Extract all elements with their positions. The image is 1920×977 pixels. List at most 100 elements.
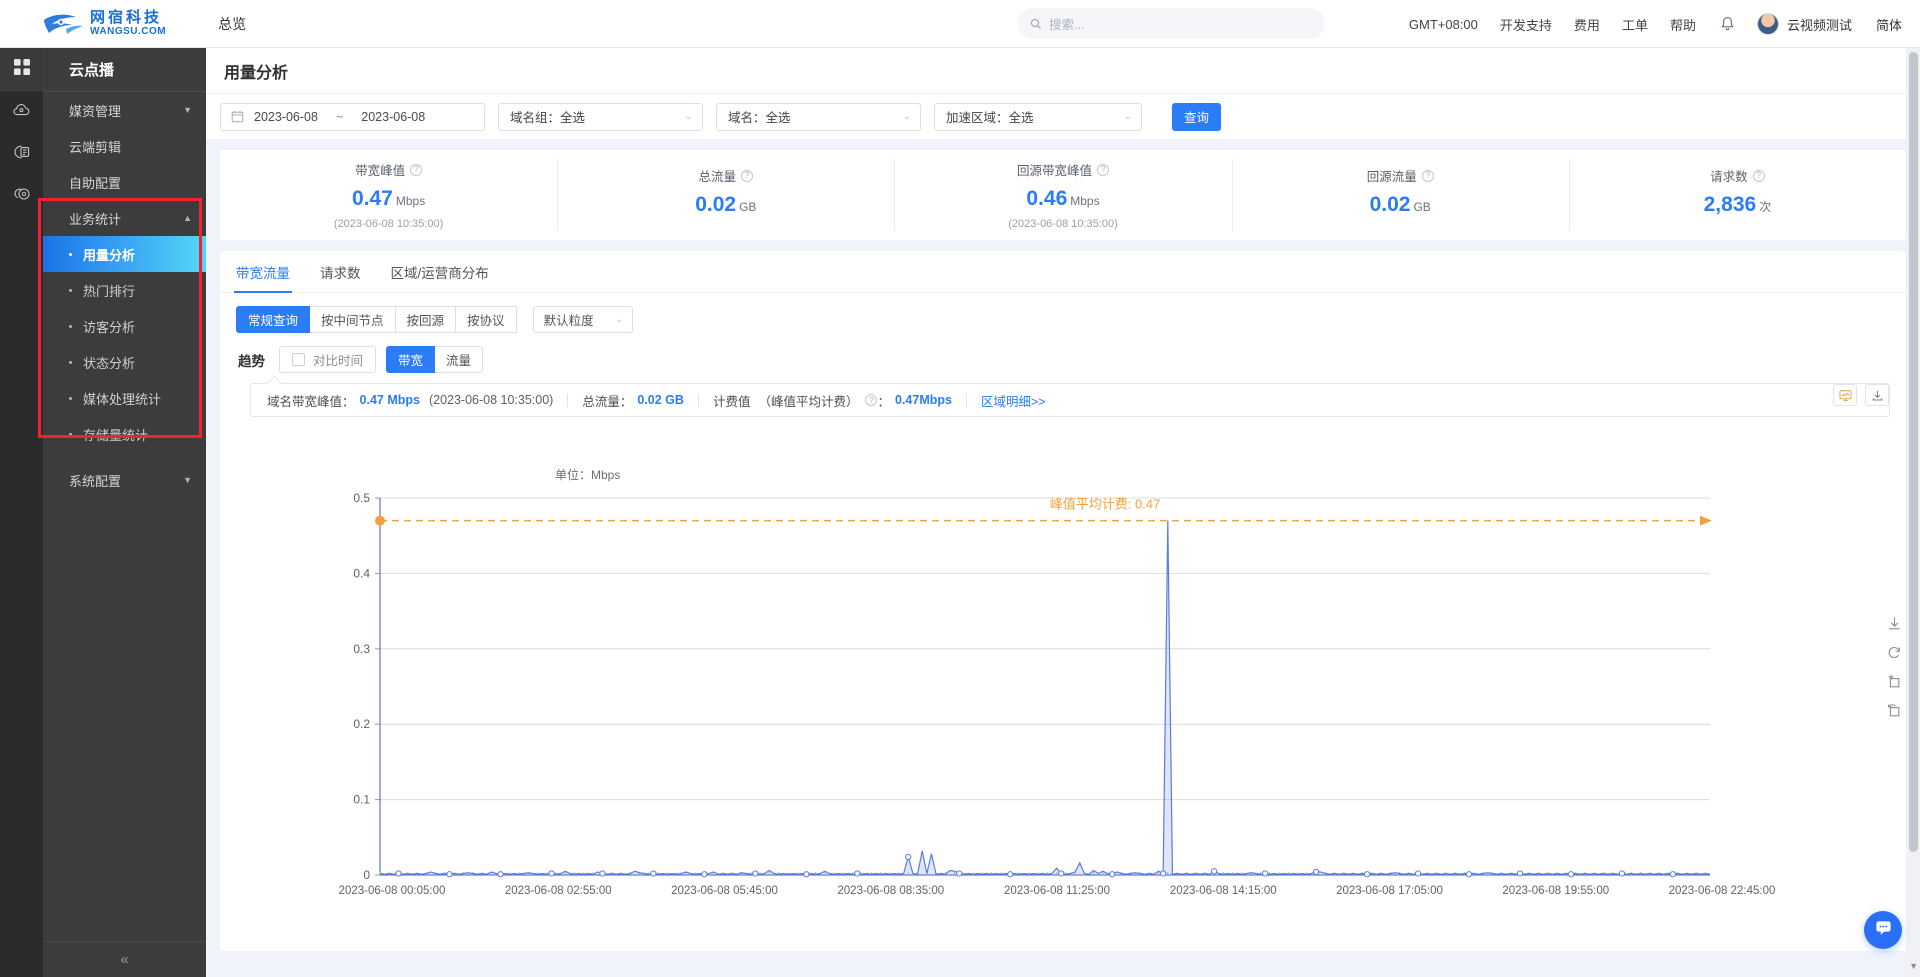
restore-icon[interactable] xyxy=(1887,703,1902,718)
info-billing-label: 计费值 xyxy=(712,394,751,409)
svg-text:0.2: 0.2 xyxy=(353,717,370,731)
date-end[interactable]: 2023-06-08 xyxy=(361,110,425,124)
help-icon[interactable]: ? xyxy=(410,163,423,176)
bandwidth-chart: 单位：Mbps 0 0.1 0.2 0.3 0.4 0.5 2023-06-08 00:05… xyxy=(220,466,1906,946)
info-total-label: 总流量： xyxy=(582,394,633,409)
rail-item-media[interactable] xyxy=(0,133,43,175)
sidebar-item-media-assets[interactable]: 媒资管理 ▼ xyxy=(43,92,206,128)
region-value: 加速区域：全选 xyxy=(946,111,1034,125)
download-icon[interactable] xyxy=(1887,616,1902,631)
stat-origin-peak-bandwidth: 回源带宽峰值 ? 0.46 Mbps (2023-06-08 10:35:00) xyxy=(894,159,1231,231)
scroll-down-arrow-icon[interactable]: ▼ xyxy=(1909,961,1918,971)
svg-text:0.5: 0.5 xyxy=(353,491,370,505)
icon-rail xyxy=(0,48,43,977)
link-dev-support[interactable]: 开发支持 xyxy=(1500,15,1552,34)
domain-group-select[interactable]: 域名组：全选 ⌄ xyxy=(498,102,703,131)
avatar[interactable] xyxy=(1756,13,1779,35)
refresh-icon[interactable] xyxy=(1887,645,1902,660)
language-switch[interactable]: 简体 xyxy=(1876,15,1902,34)
divider xyxy=(965,393,967,407)
sidebar-group-label: 系统配置 xyxy=(69,473,122,489)
stat-request-count: 请求数 ? 2,836 次 xyxy=(1568,159,1906,231)
username-label[interactable]: 云视频测试 xyxy=(1787,15,1852,34)
chart-summary-bar: 域名带宽峰值： 0.47 Mbps (2023-06-08 10:35:00) … xyxy=(250,375,1890,417)
search-input[interactable]: 搜索... xyxy=(1018,8,1325,39)
chart-canvas[interactable]: 0 0.1 0.2 0.3 0.4 0.5 2023-06-08 00:05:00 2023-… xyxy=(220,480,1910,930)
sidebar-item-self-config[interactable]: 自助配置 xyxy=(43,164,206,200)
link-help[interactable]: 帮助 xyxy=(1670,15,1696,34)
segment-normal-query[interactable]: 常规查询 xyxy=(236,306,311,333)
sidebar-group-label: 自助配置 xyxy=(69,175,122,191)
date-start[interactable]: 2023-06-08 xyxy=(254,110,318,124)
sidebar-item-media-processing-stats[interactable]: 媒体处理统计 xyxy=(43,380,206,416)
stat-label: 总流量 ? xyxy=(699,166,754,185)
stat-number: 0.47 xyxy=(351,187,393,210)
brand-logo[interactable]: 网宿科技 WANGSU.COM xyxy=(42,10,166,37)
zoom-icon[interactable] xyxy=(1887,674,1902,689)
stat-number: 0.02 xyxy=(1369,193,1411,216)
checkbox-icon[interactable] xyxy=(292,353,305,366)
tab-bandwidth-traffic[interactable]: 带宽流量 xyxy=(234,251,292,293)
granularity-select[interactable]: 默认粒度 ⌄ xyxy=(532,306,633,333)
bullet-icon xyxy=(69,324,72,328)
stat-origin-traffic: 回源流量 ? 0.02 GB xyxy=(1231,159,1569,231)
segment-by-mid-node[interactable]: 按中间节点 xyxy=(310,306,396,333)
stat-label-text: 请求数 xyxy=(1710,170,1748,184)
scrollbar-thumb[interactable] xyxy=(1909,52,1918,852)
callout-notch xyxy=(266,375,283,392)
help-icon[interactable]: ? xyxy=(1421,169,1434,182)
rail-item-live[interactable] xyxy=(0,175,43,217)
sidebar-item-usage-analysis[interactable]: 用量分析 xyxy=(43,236,206,272)
info-billing-colon: ： xyxy=(877,394,890,409)
region-detail-link[interactable]: 区域明细>> xyxy=(981,391,1046,410)
tab-request-count[interactable]: 请求数 xyxy=(320,251,361,293)
page-scrollbar[interactable]: ▼ xyxy=(1906,48,1920,977)
bullet-icon xyxy=(69,288,72,292)
domain-value: 域名：全选 xyxy=(728,111,791,125)
sidebar-group-label: 业务统计 xyxy=(69,211,122,227)
help-icon[interactable]: ? xyxy=(1752,169,1765,182)
svg-text:2023-06-08 11:25:00: 2023-06-08 11:25:00 xyxy=(1004,885,1110,897)
rail-item-apps[interactable] xyxy=(0,48,43,90)
sidebar-item-status-analysis[interactable]: 状态分析 xyxy=(43,344,206,380)
trend-row: 趋势 对比时间 带宽 流量 xyxy=(220,333,1906,373)
help-icon[interactable]: ? xyxy=(865,394,878,406)
svg-text:0.3: 0.3 xyxy=(353,642,370,656)
help-icon[interactable]: ? xyxy=(1097,163,1110,176)
sidebar-item-visitor-analysis[interactable]: 访客分析 xyxy=(43,308,206,344)
region-select[interactable]: 加速区域：全选 ⌄ xyxy=(934,102,1142,131)
sidebar-item-storage-stats[interactable]: 存储量统计 xyxy=(43,416,206,452)
notification-bell-icon[interactable] xyxy=(1720,16,1735,32)
chevron-down-icon: ⌄ xyxy=(684,111,693,122)
segment-by-protocol[interactable]: 按协议 xyxy=(456,306,517,333)
query-button[interactable]: 查询 xyxy=(1172,102,1221,131)
domain-group-value: 域名组：全选 xyxy=(510,111,586,125)
summary-stats-card: 带宽峰值 ? 0.47 Mbps (2023-06-08 10:35:00) 总流… xyxy=(220,150,1906,240)
sidebar-item-cloud-edit[interactable]: 云端剪辑 xyxy=(43,128,206,164)
metric-bandwidth[interactable]: 带宽 xyxy=(386,346,436,373)
compare-time-checkbox[interactable]: 对比时间 xyxy=(279,346,377,373)
sidebar-title: 云点播 xyxy=(43,48,206,92)
sidebar-item-hot-ranking[interactable]: 热门排行 xyxy=(43,272,206,308)
domain-select[interactable]: 域名：全选 ⌄ xyxy=(716,102,921,131)
svg-text:0: 0 xyxy=(363,868,370,882)
metric-traffic[interactable]: 流量 xyxy=(435,346,484,373)
link-billing[interactable]: 费用 xyxy=(1574,15,1600,34)
stat-unit: 次 xyxy=(1759,200,1772,214)
nav-overview[interactable]: 总览 xyxy=(218,14,246,34)
help-icon[interactable]: ? xyxy=(741,169,754,182)
chat-support-button[interactable] xyxy=(1864,911,1902,949)
sidebar-collapse-button[interactable]: « xyxy=(43,941,206,977)
date-range-picker[interactable]: 2023-06-08 ~ 2023-06-08 xyxy=(220,102,485,131)
link-tickets[interactable]: 工单 xyxy=(1622,15,1648,34)
tab-region-isp-distribution[interactable]: 区域/运营商分布 xyxy=(391,251,489,293)
sidebar-item-business-stats[interactable]: 业务统计 ▲ xyxy=(43,200,206,236)
chevron-down-icon: ⌄ xyxy=(902,111,911,122)
segment-by-origin[interactable]: 按回源 xyxy=(395,306,457,333)
sidebar-item-system-config[interactable]: 系统配置 ▼ xyxy=(43,462,206,498)
sidebar-sub-label: 热门排行 xyxy=(83,283,136,299)
calendar-icon xyxy=(231,110,244,123)
stat-value: 0.46 Mbps xyxy=(1026,187,1099,211)
stat-total-traffic: 总流量 ? 0.02 GB xyxy=(557,159,894,231)
rail-item-cloud[interactable] xyxy=(0,91,43,133)
